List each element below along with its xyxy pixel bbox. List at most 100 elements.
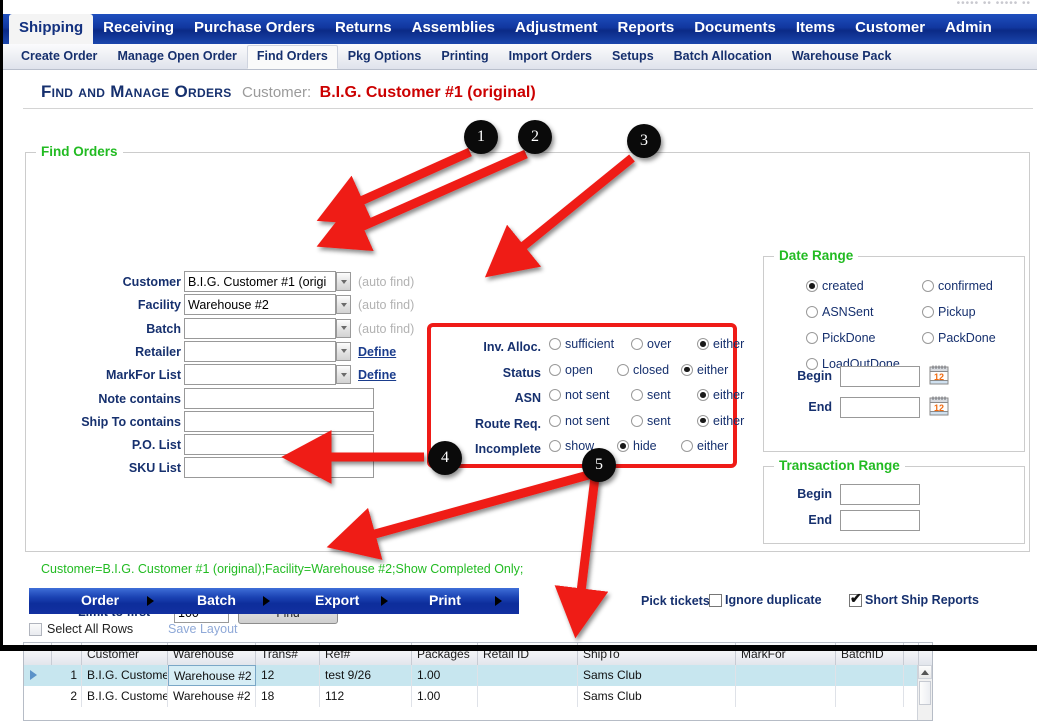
date-range-radio-pickdone[interactable]: PickDone bbox=[806, 331, 876, 345]
field-input-batch[interactable] bbox=[184, 317, 336, 339]
filter-radio-route-req-not-sent[interactable]: not sent bbox=[549, 414, 609, 428]
main-navigation[interactable]: Shipping Receiving Purchase Orders Returns A… bbox=[3, 14, 1037, 44]
field-input-markfor-list[interactable] bbox=[184, 364, 336, 386]
filter-radio-asn-sent[interactable]: sent bbox=[631, 388, 671, 402]
cell-ref[interactable]: 112 bbox=[320, 686, 412, 707]
field-input-ship-to-contains[interactable] bbox=[184, 410, 374, 432]
cell-customer[interactable]: B.I.G. Custome bbox=[82, 686, 168, 707]
date-range-radio-pickup[interactable]: Pickup bbox=[922, 305, 976, 319]
action-bar-order[interactable]: Order bbox=[81, 592, 119, 608]
main-nav-item-documents[interactable]: Documents bbox=[684, 14, 786, 44]
transaction-end-input[interactable] bbox=[840, 510, 920, 531]
chevron-down-icon[interactable] bbox=[336, 318, 351, 338]
field-input-retailer[interactable] bbox=[184, 340, 336, 362]
field-input-customer[interactable] bbox=[184, 271, 336, 292]
main-nav-item-shipping[interactable]: Shipping bbox=[9, 14, 94, 44]
date-range-radio-asnsent[interactable]: ASNSent bbox=[806, 305, 873, 319]
calendar-icon[interactable]: 12 bbox=[928, 395, 950, 417]
field-input-note-contains[interactable] bbox=[184, 387, 374, 409]
cell-packages[interactable]: 1.00 bbox=[412, 665, 478, 686]
main-nav-item-purchase-orders[interactable]: Purchase Orders bbox=[184, 14, 325, 44]
table-row[interactable]: 1 B.I.G. Custome Warehouse #2 12 test 9/26 1.… bbox=[24, 665, 932, 686]
filter-radio-route-req-either[interactable]: either bbox=[697, 414, 744, 428]
chevron-down-icon[interactable] bbox=[336, 365, 351, 385]
radio-label: PickDone bbox=[822, 331, 876, 345]
ignore-duplicate-checkbox[interactable]: Ignore duplicate bbox=[709, 593, 822, 607]
sub-navigation[interactable]: Create Order Manage Open Order Find Orders… bbox=[3, 44, 1037, 70]
cell-ref[interactable]: test 9/26 bbox=[320, 665, 412, 686]
cell-shipto[interactable]: Sams Club bbox=[578, 686, 736, 707]
sub-nav-item-create-order[interactable]: Create Order bbox=[11, 45, 107, 68]
main-nav-item-receiving[interactable]: Receiving bbox=[93, 14, 184, 44]
sub-nav-item-import-orders[interactable]: Import Orders bbox=[499, 45, 602, 68]
scrollbar-thumb[interactable] bbox=[919, 681, 931, 705]
filter-radio-status-either[interactable]: either bbox=[681, 363, 728, 377]
cell-warehouse[interactable]: Warehouse #2 bbox=[168, 665, 256, 686]
grid-vertical-scrollbar[interactable] bbox=[917, 665, 932, 720]
define-link-markfor-list[interactable]: Define bbox=[358, 368, 396, 382]
filter-radio-inv-alloc-over[interactable]: over bbox=[631, 337, 671, 351]
sub-nav-item-warehouse-pack[interactable]: Warehouse Pack bbox=[782, 45, 902, 68]
sub-nav-item-manage-open-order[interactable]: Manage Open Order bbox=[107, 45, 246, 68]
sub-nav-item-find-orders[interactable]: Find Orders bbox=[246, 44, 338, 69]
cell-shipto[interactable]: Sams Club bbox=[578, 665, 736, 686]
date-range-radio-packdone[interactable]: PackDone bbox=[922, 331, 996, 345]
scroll-up-icon[interactable] bbox=[918, 665, 932, 679]
cell-batchid[interactable] bbox=[836, 665, 904, 686]
cell-warehouse[interactable]: Warehouse #2 bbox=[168, 686, 256, 707]
chevron-down-icon[interactable] bbox=[336, 341, 351, 361]
filter-radio-inv-alloc-sufficient[interactable]: sufficient bbox=[549, 337, 614, 351]
sub-nav-item-batch-allocation[interactable]: Batch Allocation bbox=[664, 45, 782, 68]
select-all-rows-checkbox[interactable]: Select All Rows bbox=[29, 622, 133, 636]
save-layout-link[interactable]: Save Layout bbox=[168, 622, 238, 636]
sub-nav-item-setups[interactable]: Setups bbox=[602, 45, 664, 68]
filter-radio-incomplete-show[interactable]: show bbox=[549, 439, 594, 453]
orders-grid[interactable]: Customer Warehouse Trans# Ref# Packages Retai… bbox=[23, 642, 933, 721]
cell-retail-id[interactable] bbox=[478, 686, 578, 707]
sub-nav-item-pkg-options[interactable]: Pkg Options bbox=[338, 45, 432, 68]
filter-radio-incomplete-hide[interactable]: hide bbox=[617, 439, 657, 453]
filter-radio-status-closed[interactable]: closed bbox=[617, 363, 669, 377]
filter-radio-inv-alloc-either[interactable]: either bbox=[697, 337, 744, 351]
transaction-begin-input[interactable] bbox=[840, 484, 920, 505]
cell-packages[interactable]: 1.00 bbox=[412, 686, 478, 707]
cell-retail-id[interactable] bbox=[478, 665, 578, 686]
main-nav-item-customer[interactable]: Customer bbox=[845, 14, 935, 44]
cell-trans[interactable]: 12 bbox=[256, 665, 320, 686]
date-range-radio-confirmed[interactable]: confirmed bbox=[922, 279, 993, 293]
action-bar-export[interactable]: Export bbox=[315, 592, 359, 608]
date-range-radio-created[interactable]: created bbox=[806, 279, 864, 293]
cell-trans[interactable]: 18 bbox=[256, 686, 320, 707]
main-nav-item-adjustment[interactable]: Adjustment bbox=[505, 14, 608, 44]
field-input-facility[interactable] bbox=[184, 294, 336, 316]
cell-customer[interactable]: B.I.G. Custome bbox=[82, 665, 168, 686]
filter-radio-asn-not-sent[interactable]: not sent bbox=[549, 388, 609, 402]
main-nav-item-items[interactable]: Items bbox=[786, 14, 845, 44]
cell-batchid[interactable] bbox=[836, 686, 904, 707]
main-nav-item-admin[interactable]: Admin bbox=[935, 14, 1002, 44]
field-input-sku-list[interactable] bbox=[184, 457, 374, 479]
short-ship-reports-checkbox[interactable]: Short Ship Reports bbox=[849, 591, 979, 607]
chevron-down-icon[interactable] bbox=[336, 295, 351, 315]
action-bar-batch[interactable]: Batch bbox=[197, 592, 236, 608]
radio-icon bbox=[806, 306, 818, 318]
calendar-icon[interactable]: 12 bbox=[928, 364, 950, 386]
sub-nav-item-printing[interactable]: Printing bbox=[431, 45, 498, 68]
field-input-p-o-list[interactable] bbox=[184, 434, 374, 456]
main-nav-item-assemblies[interactable]: Assemblies bbox=[402, 14, 505, 44]
define-link-retailer[interactable]: Define bbox=[358, 345, 396, 359]
date-begin-input[interactable] bbox=[840, 366, 920, 387]
grid-action-bar[interactable]: Order Batch Export Print bbox=[29, 588, 519, 614]
cell-markfor[interactable] bbox=[736, 686, 836, 707]
filter-radio-status-open[interactable]: open bbox=[549, 363, 593, 377]
table-row[interactable]: 2 B.I.G. Custome Warehouse #2 18 112 1.00 Sams… bbox=[24, 686, 932, 707]
date-end-input[interactable] bbox=[840, 397, 920, 418]
main-nav-item-returns[interactable]: Returns bbox=[325, 14, 402, 44]
filter-radio-asn-either[interactable]: either bbox=[697, 388, 744, 402]
filter-radio-route-req-sent[interactable]: sent bbox=[631, 414, 671, 428]
cell-markfor[interactable] bbox=[736, 665, 836, 686]
main-nav-item-reports[interactable]: Reports bbox=[608, 14, 685, 44]
chevron-down-icon[interactable] bbox=[336, 272, 351, 291]
filter-radio-incomplete-either[interactable]: either bbox=[681, 439, 728, 453]
action-bar-print[interactable]: Print bbox=[429, 592, 461, 608]
